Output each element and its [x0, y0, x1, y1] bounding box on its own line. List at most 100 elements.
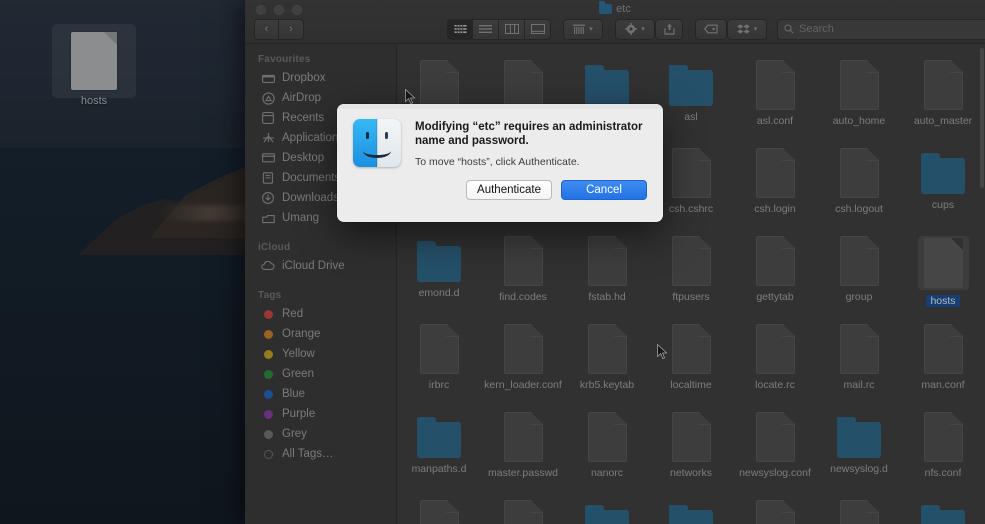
sidebar-tag-green[interactable]: Green: [245, 364, 396, 384]
sidebar-tag-yellow[interactable]: Yellow: [245, 344, 396, 364]
file-item[interactable]: master.passwd: [481, 404, 565, 492]
file-label: csh.logout: [835, 203, 883, 215]
file-label: auto_home: [832, 115, 886, 127]
file-icon-wrap: [921, 148, 965, 194]
folder-icon: [921, 505, 965, 524]
dialog-body: Modifying “etc” requires an administrato…: [337, 109, 663, 169]
arrange-icon: [573, 24, 586, 34]
file-icon-wrap: [921, 500, 965, 524]
file-item[interactable]: man.conf: [901, 316, 985, 404]
file-item[interactable]: find.codes: [481, 228, 565, 316]
action-button-wrap[interactable]: ▾: [615, 18, 655, 40]
file-item[interactable]: [397, 492, 481, 524]
file-item[interactable]: networks: [649, 404, 733, 492]
finder-face-divider: [376, 119, 378, 167]
file-item[interactable]: newsyslog.d: [817, 404, 901, 492]
group-by-button-wrap[interactable]: ▾: [563, 18, 603, 40]
file-item[interactable]: csh.login: [733, 140, 817, 228]
document-icon: [839, 148, 879, 198]
applications-icon: [261, 131, 275, 145]
document-icon: [587, 324, 627, 374]
dropbox-button[interactable]: ▾: [727, 18, 767, 40]
column-view-button[interactable]: [499, 18, 525, 40]
tags-button-wrap[interactable]: [695, 18, 727, 40]
sidebar-tag-blue[interactable]: Blue: [245, 384, 396, 404]
file-item[interactable]: [565, 492, 649, 524]
file-item[interactable]: csh.logout: [817, 140, 901, 228]
file-item[interactable]: [649, 492, 733, 524]
navigation-buttons[interactable]: ‹ ›: [254, 18, 304, 40]
file-item[interactable]: localtime: [649, 316, 733, 404]
sidebar-tag-orange[interactable]: Orange: [245, 324, 396, 344]
sidebar-item-dropbox[interactable]: Dropbox: [245, 68, 396, 88]
back-button[interactable]: ‹: [254, 18, 279, 40]
file-item[interactable]: nfs.conf: [901, 404, 985, 492]
document-icon: [71, 32, 117, 90]
columns-icon: [504, 24, 519, 34]
file-item[interactable]: newsyslog.conf: [733, 404, 817, 492]
file-item[interactable]: mail.rc: [817, 316, 901, 404]
action-menu-button[interactable]: ▾: [615, 18, 655, 40]
forward-button[interactable]: ›: [279, 18, 304, 40]
folder-icon: [921, 153, 965, 194]
tag-dot-outline-icon: [261, 447, 275, 461]
icon-view-button[interactable]: [447, 18, 473, 40]
file-item[interactable]: asl.conf: [733, 52, 817, 140]
vertical-scrollbar[interactable]: [980, 48, 984, 188]
list-view-button[interactable]: [473, 18, 499, 40]
folder-icon: [585, 65, 629, 106]
file-item-selected[interactable]: hosts: [901, 228, 985, 316]
file-item[interactable]: emond.d: [397, 228, 481, 316]
document-icon: [503, 324, 543, 374]
file-item[interactable]: krb5.keytab: [565, 316, 649, 404]
sidebar-all-tags[interactable]: All Tags…: [245, 444, 396, 464]
file-label: auto_master: [913, 115, 973, 127]
finder-titlebar[interactable]: etc ‹ › ▾ ▾ ▾ Search: [245, 0, 985, 44]
file-item[interactable]: auto_home: [817, 52, 901, 140]
share-button-wrap[interactable]: [655, 18, 683, 40]
file-item[interactable]: fstab.hd: [565, 228, 649, 316]
sidebar-item-icloud-drive[interactable]: iCloud Drive: [245, 256, 396, 276]
edit-tags-button[interactable]: [695, 18, 727, 40]
view-mode-buttons[interactable]: [447, 18, 551, 40]
file-item[interactable]: [481, 492, 565, 524]
sidebar-tag-grey[interactable]: Grey: [245, 424, 396, 444]
file-item[interactable]: locate.rc: [733, 316, 817, 404]
file-item[interactable]: cups: [901, 140, 985, 228]
desktop-file-hosts[interactable]: hosts: [52, 24, 136, 107]
file-icon-wrap: [671, 412, 711, 462]
document-icon: [587, 412, 627, 462]
file-icon-wrap: [669, 500, 713, 524]
file-item[interactable]: [817, 492, 901, 524]
cancel-button[interactable]: Cancel: [561, 180, 647, 200]
file-item[interactable]: kern_loader.conf: [481, 316, 565, 404]
file-item[interactable]: [733, 492, 817, 524]
document-icon: [503, 412, 543, 462]
list-icon: [479, 25, 492, 33]
file-item[interactable]: auto_master: [901, 52, 985, 140]
file-icon-wrap: [503, 324, 543, 374]
file-item[interactable]: ftpusers: [649, 228, 733, 316]
file-icon-wrap: [417, 412, 461, 458]
file-item[interactable]: gettytab: [733, 228, 817, 316]
share-button[interactable]: [655, 18, 683, 40]
sidebar-tag-red[interactable]: Red: [245, 304, 396, 324]
file-label: man.conf: [921, 379, 965, 391]
file-item[interactable]: manpaths.d: [397, 404, 481, 492]
group-by-button[interactable]: ▾: [563, 18, 603, 40]
gallery-view-button[interactable]: [525, 18, 551, 40]
document-icon: [671, 236, 711, 286]
file-item[interactable]: [901, 492, 985, 524]
search-icon: [784, 24, 794, 34]
file-item[interactable]: nanorc: [565, 404, 649, 492]
file-item[interactable]: irbrc: [397, 316, 481, 404]
sidebar-tag-purple[interactable]: Purple: [245, 404, 396, 424]
file-label: newsyslog.conf: [739, 467, 811, 479]
document-icon: [671, 148, 711, 198]
authenticate-button[interactable]: Authenticate: [466, 180, 552, 200]
finder-icon: [353, 119, 401, 167]
tag-dot-icon: [261, 367, 275, 381]
tag-dot-icon: [261, 387, 275, 401]
file-item[interactable]: group: [817, 228, 901, 316]
search-input[interactable]: Search: [777, 18, 985, 40]
